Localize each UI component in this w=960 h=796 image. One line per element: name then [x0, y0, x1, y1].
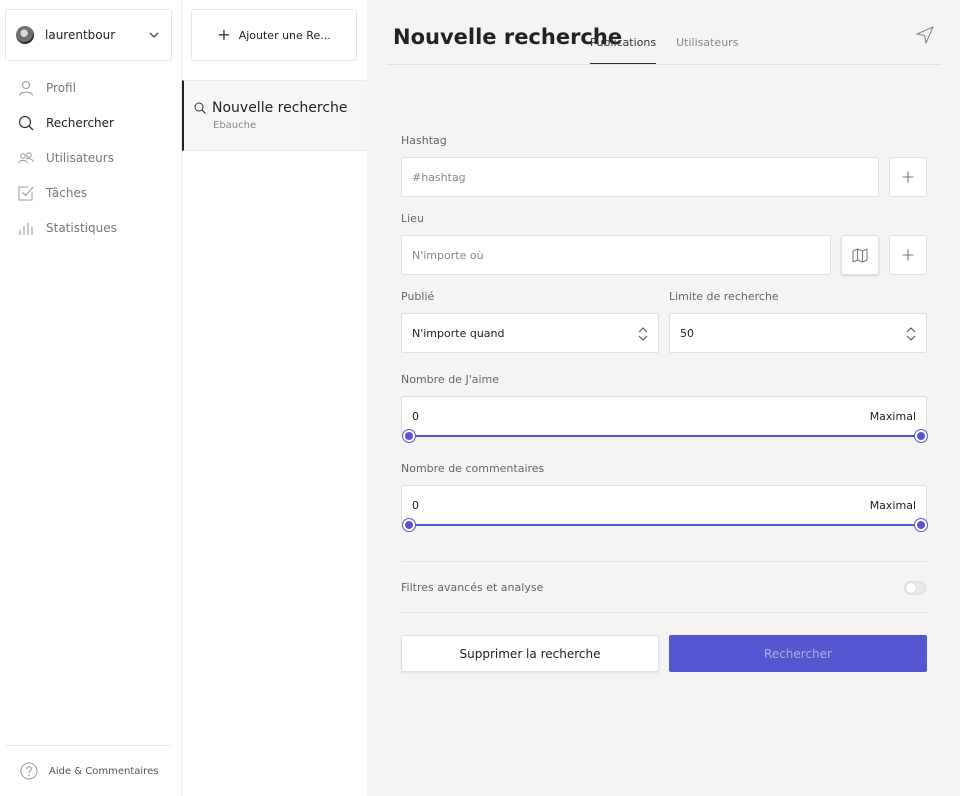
comments-min-handle[interactable] [403, 519, 415, 531]
published-label: Publié [401, 290, 435, 303]
comments-min-value: 0 [412, 499, 419, 512]
sidebar-item-profil[interactable]: Profil [0, 70, 181, 105]
likes-label: Nombre de J'aime [401, 373, 499, 386]
searches-column: + Ajouter une Re... Nouvelle recherche E… [181, 0, 367, 796]
add-search-button[interactable]: + Ajouter une Re... [191, 9, 357, 61]
avatar [16, 26, 34, 44]
help-feedback-link[interactable]: Aide & Commentaires [6, 745, 171, 796]
tabs: Publications Utilisateurs [590, 0, 758, 65]
search-item-title: Nouvelle recherche [212, 100, 348, 116]
main-panel: Nouvelle recherche Publications Utilisat… [367, 0, 960, 796]
tab-utilisateurs[interactable]: Utilisateurs [676, 0, 738, 65]
sidebar-item-utilisateurs[interactable]: Utilisateurs [0, 140, 181, 175]
add-hashtag-button[interactable] [889, 157, 927, 197]
comments-range-slider: 0 Maximal [401, 485, 927, 531]
help-feedback-label: Aide & Commentaires [49, 765, 159, 777]
sidebar-item-rechercher[interactable]: Rechercher [0, 105, 181, 140]
search-icon [194, 102, 206, 114]
send-icon[interactable] [916, 26, 934, 44]
advanced-filters-toggle[interactable] [904, 581, 926, 595]
delete-search-button[interactable]: Supprimer la recherche [401, 635, 659, 672]
sidebar-item-label: Tâches [46, 185, 88, 200]
sidebar-item-label: Profil [46, 80, 76, 95]
checkbox-icon [18, 186, 34, 200]
likes-min-handle[interactable] [403, 430, 415, 442]
run-search-button[interactable]: Rechercher [669, 635, 927, 672]
plus-icon [902, 171, 914, 183]
page-title: Nouvelle recherche [393, 25, 623, 49]
tab-publications[interactable]: Publications [590, 0, 657, 65]
sidebar-item-label: Utilisateurs [46, 150, 114, 165]
sidebar-item-label: Statistiques [46, 220, 117, 235]
published-select[interactable]: N'importe quand [401, 313, 659, 353]
add-location-button[interactable] [889, 235, 927, 275]
chevron-down-icon [149, 32, 159, 38]
search-list-item[interactable]: Nouvelle recherche Ebauche [182, 80, 367, 151]
users-icon [18, 151, 34, 163]
account-switcher[interactable]: laurentbour [5, 9, 172, 61]
sidebar-item-taches[interactable]: Tâches [0, 175, 181, 210]
likes-max-value: Maximal [869, 410, 916, 423]
location-placeholder: N'importe où [412, 248, 484, 262]
plus-icon: + [217, 25, 231, 44]
likes-range-track [409, 435, 919, 437]
help-icon [20, 762, 38, 780]
header-divider [387, 64, 941, 65]
search-icon [18, 115, 34, 130]
comments-max-handle[interactable] [915, 519, 927, 531]
location-label: Lieu [401, 212, 424, 225]
location-input[interactable]: N'importe où [401, 235, 831, 275]
limit-select[interactable]: 50 [669, 313, 927, 353]
comments-label: Nombre de commentaires [401, 462, 545, 475]
sidebar-nav: Profil Rechercher Utilisateurs Tâches St… [0, 70, 181, 245]
comments-range-track [409, 524, 919, 526]
add-search-label: Ajouter une Re... [238, 28, 331, 42]
sidebar: laurentbour Profil Rechercher Utilisateu… [0, 0, 181, 796]
sidebar-item-label: Rechercher [46, 115, 114, 130]
divider [401, 561, 927, 562]
comments-max-value: Maximal [869, 499, 916, 512]
hashtag-placeholder: #hashtag [412, 170, 466, 184]
map-button[interactable] [841, 235, 879, 275]
user-icon [18, 80, 34, 96]
hashtag-input[interactable]: #hashtag [401, 157, 879, 197]
sidebar-item-statistiques[interactable]: Statistiques [0, 210, 181, 245]
toggle-knob [906, 583, 916, 593]
bar-chart-icon [19, 222, 33, 235]
likes-range-slider: 0 Maximal [401, 396, 927, 442]
likes-max-handle[interactable] [915, 430, 927, 442]
plus-icon [902, 249, 914, 261]
chevron-updown-icon [906, 327, 916, 341]
chevron-updown-icon [638, 327, 648, 341]
divider [401, 612, 927, 613]
limit-label: Limite de recherche [669, 290, 779, 303]
account-username: laurentbour [45, 28, 116, 42]
hashtag-label: Hashtag [401, 134, 447, 147]
map-icon [852, 248, 868, 262]
advanced-filters-label: Filtres avancés et analyse [401, 581, 544, 594]
likes-min-value: 0 [412, 410, 419, 423]
search-item-status: Ebauche [213, 120, 257, 131]
limit-value: 50 [680, 326, 694, 340]
published-value: N'importe quand [412, 326, 505, 340]
